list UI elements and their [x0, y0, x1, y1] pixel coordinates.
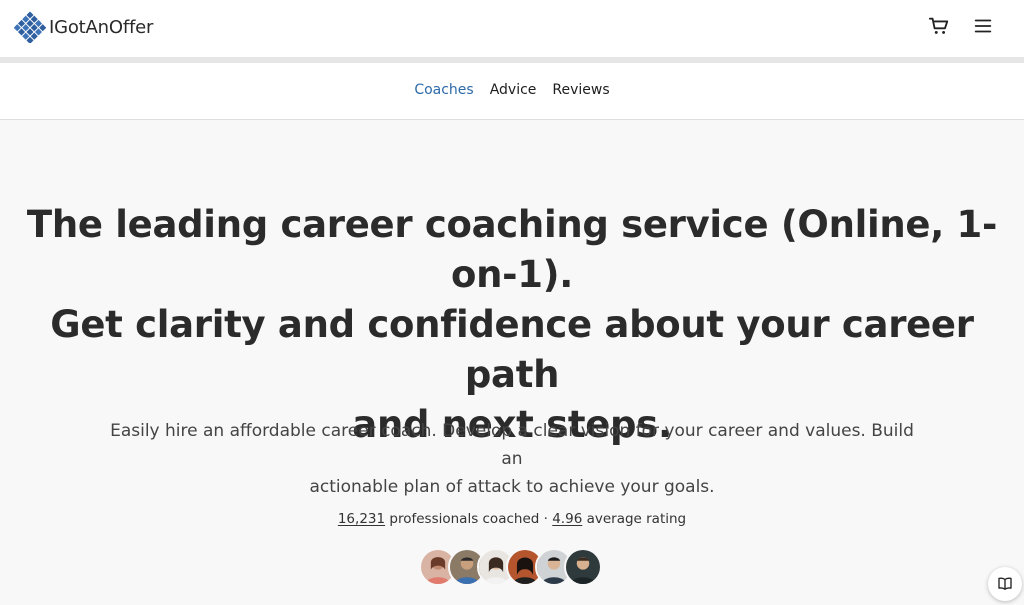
help-widget-button[interactable] — [988, 567, 1022, 601]
professionals-label: professionals coached — [389, 511, 540, 527]
hero-title: The leading career coaching service (Onl… — [0, 200, 1024, 450]
nav-reviews[interactable]: Reviews — [552, 82, 609, 98]
cart-icon[interactable] — [928, 15, 950, 37]
hero-subtitle: Easily hire an affordable career coach. … — [100, 417, 924, 501]
brand-logo[interactable]: IGotAnOffer — [14, 11, 153, 43]
professionals-count-link[interactable]: 16,231 — [338, 511, 385, 527]
nav-advice[interactable]: Advice — [490, 82, 537, 98]
rating-label: average rating — [586, 511, 687, 527]
hero-title-line: The leading career coaching service (Onl… — [26, 203, 998, 296]
brand-name: IGotAnOffer — [49, 16, 154, 38]
social-proof-stats: 16,231 professionals coached · 4.96 aver… — [0, 511, 1024, 527]
menu-icon[interactable] — [972, 15, 994, 37]
hero-subtitle-line: Easily hire an affordable career coach. … — [110, 421, 914, 469]
top-header: IGotAnOffer — [0, 0, 1024, 57]
hero-subtitle-line: actionable plan of attack to achieve you… — [309, 477, 715, 497]
coach-avatars — [419, 548, 602, 586]
primary-nav: Coaches Advice Reviews — [0, 63, 1024, 120]
rating-link[interactable]: 4.96 — [552, 511, 582, 527]
avatar — [564, 548, 602, 586]
book-icon — [998, 577, 1012, 590]
logo-diamond-icon — [14, 11, 46, 43]
stats-separator: · — [543, 511, 548, 527]
nav-coaches[interactable]: Coaches — [414, 82, 473, 98]
hero-title-line: Get clarity and confidence about your ca… — [50, 303, 974, 396]
